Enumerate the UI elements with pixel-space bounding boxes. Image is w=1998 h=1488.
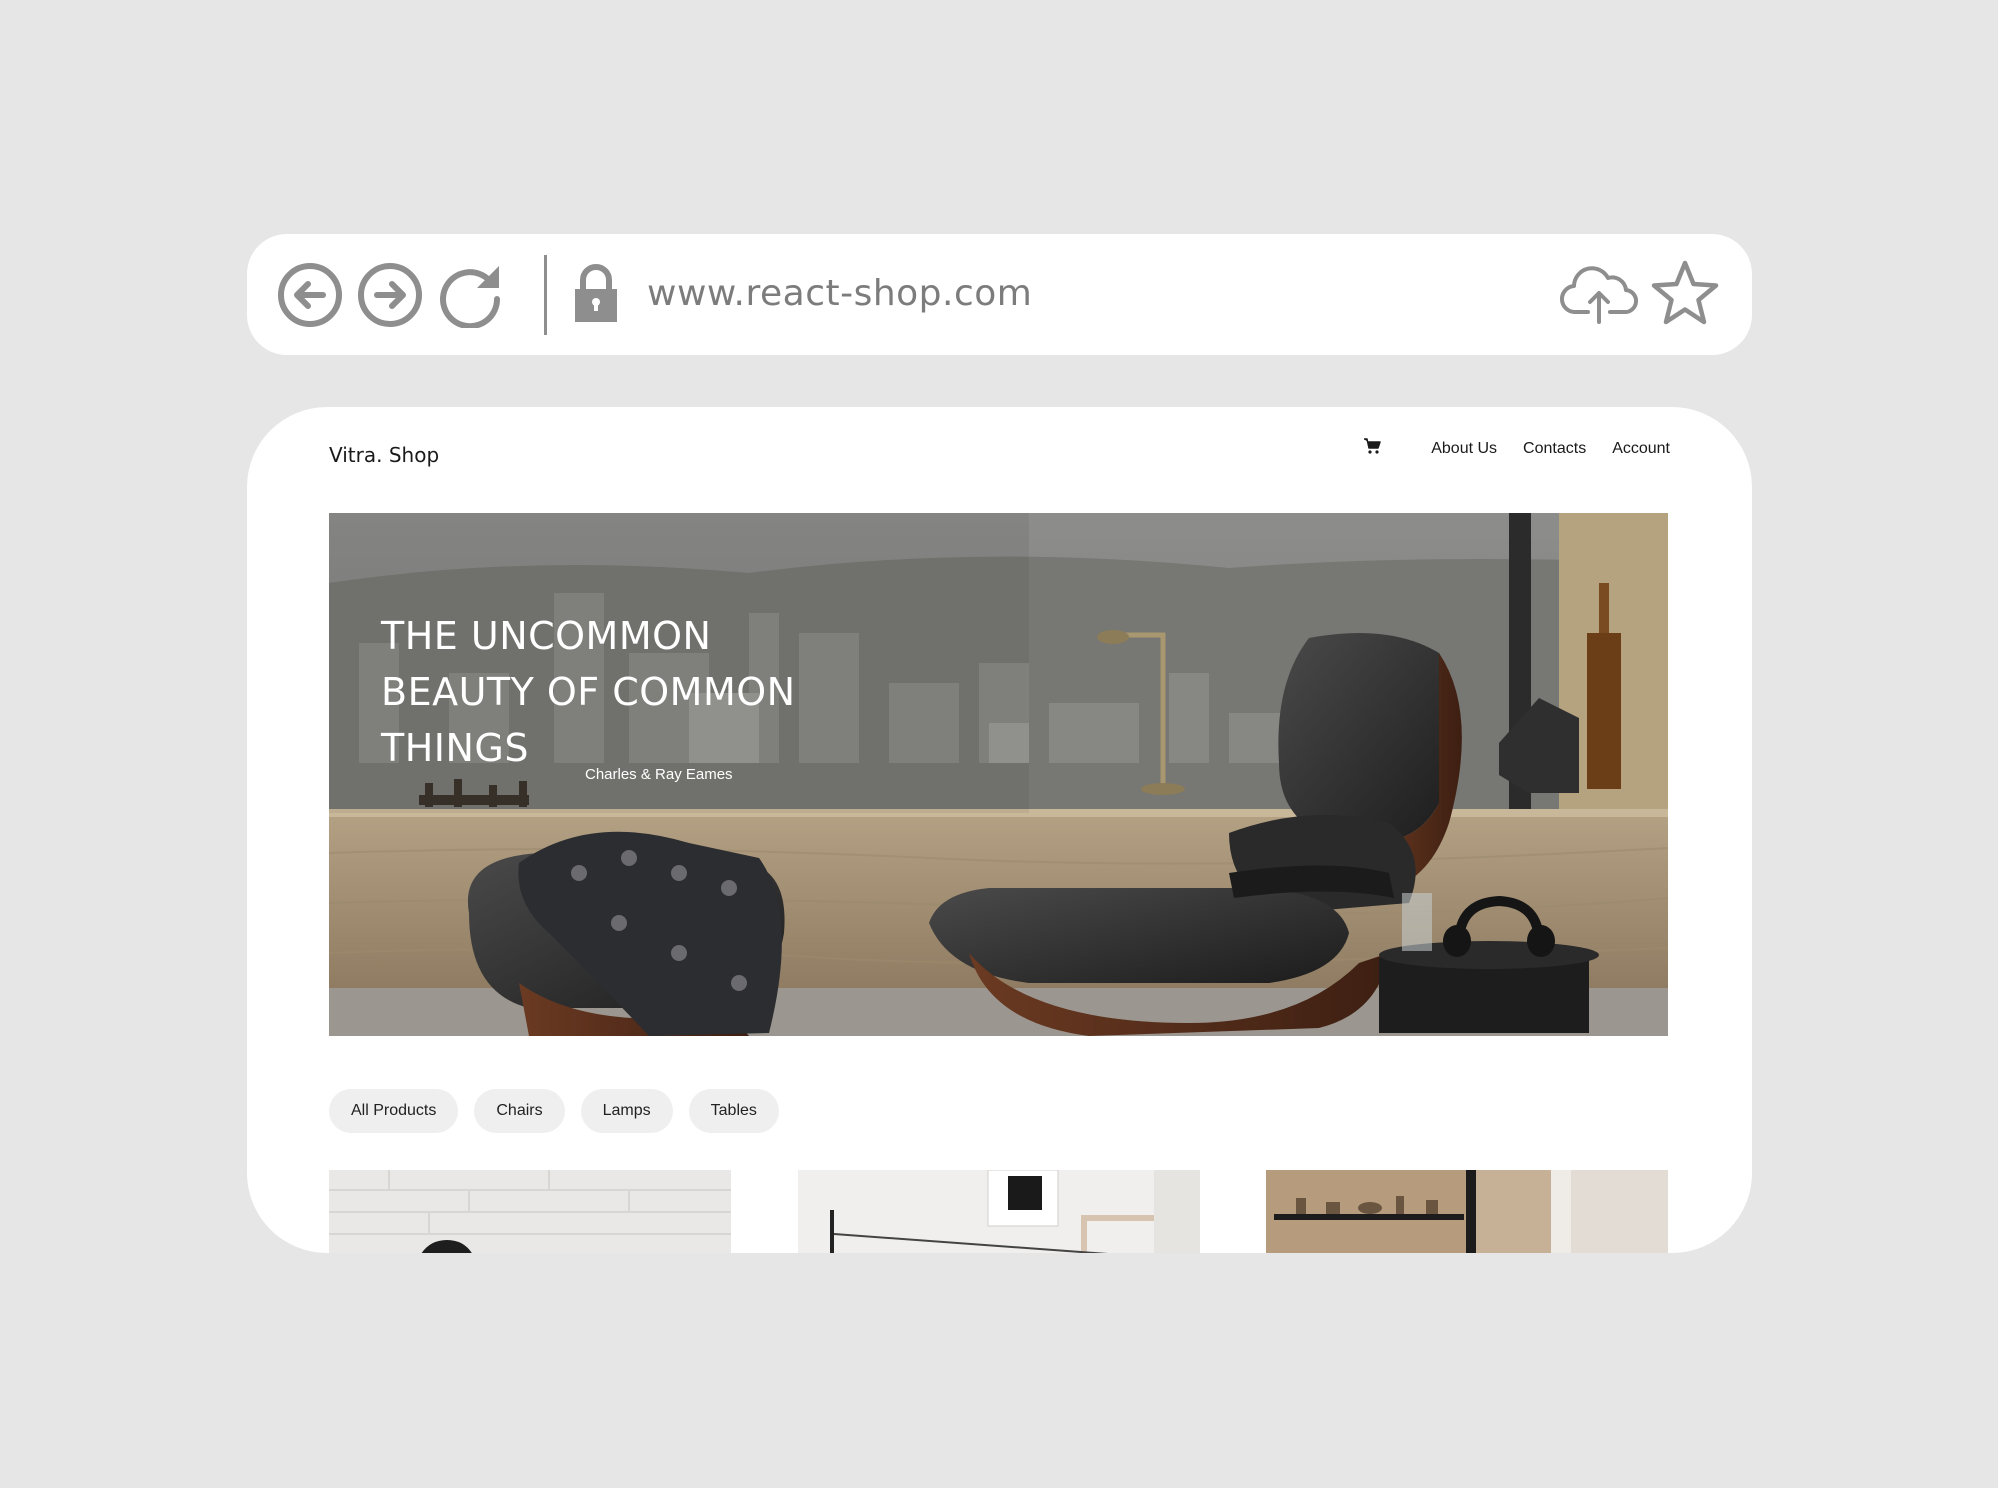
category-filters: All Products Chairs Lamps Tables [329,1089,795,1133]
filter-all-products[interactable]: All Products [329,1089,459,1133]
star-icon[interactable] [1651,259,1719,327]
reload-icon [440,266,501,328]
arrow-right-circle-icon [358,263,422,327]
product-image [798,1170,1200,1253]
site-logo[interactable]: Vitra. Shop [329,435,439,475]
forward-button[interactable] [357,262,423,328]
reload-button[interactable] [437,262,503,328]
filter-chairs[interactable]: Chairs [474,1089,565,1133]
page-stage: www.react-shop.com Vitra. Shop About Us … [0,0,1998,1488]
product-image [329,1170,731,1253]
browser-toolbar: www.react-shop.com [247,234,1752,355]
hero-title-line: THE UNCOMMON [381,614,712,658]
product-card[interactable] [1266,1170,1668,1253]
toolbar-divider [544,255,547,335]
hero-title-line: BEAUTY OF COMMON [381,670,796,714]
website-viewport: Vitra. Shop About Us Contacts Account TH… [247,407,1752,1253]
arrow-left-circle-icon [278,263,342,327]
cloud-upload-icon[interactable] [1560,260,1638,326]
product-card[interactable] [329,1170,731,1253]
filter-lamps[interactable]: Lamps [580,1089,673,1133]
hero-title: THE UNCOMMON BEAUTY OF COMMON THINGS [381,608,861,776]
nav-account[interactable]: Account [1612,440,1670,458]
back-button[interactable] [277,262,343,328]
cart-icon[interactable] [1363,437,1381,455]
filter-tables[interactable]: Tables [688,1089,779,1133]
lock-icon [573,262,619,324]
product-image [1266,1170,1668,1253]
nav-contacts[interactable]: Contacts [1523,440,1586,458]
nav-about-us[interactable]: About Us [1431,440,1497,458]
site-nav: About Us Contacts Account [1363,429,1670,469]
hero-banner: THE UNCOMMON BEAUTY OF COMMON THINGS Cha… [329,513,1668,1036]
hero-author: Charles & Ray Eames [585,766,733,783]
address-bar[interactable]: www.react-shop.com [647,264,1032,324]
product-card[interactable] [798,1170,1200,1253]
